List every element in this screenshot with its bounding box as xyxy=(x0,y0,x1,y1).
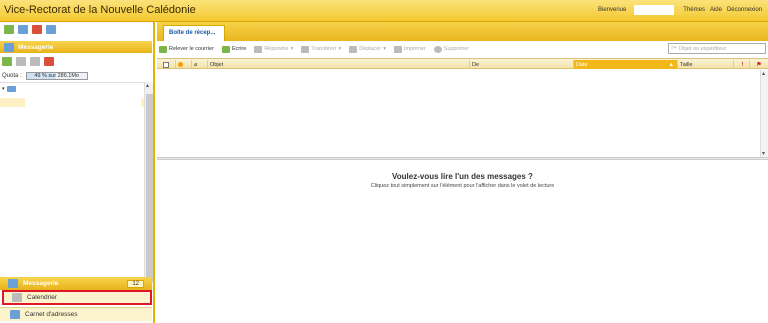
folder-tree-scrollbar[interactable]: ▴ ▾ xyxy=(144,82,153,290)
compose-icon xyxy=(221,45,230,53)
app-title: Vice-Rectorat de la Nouvelle Calédonie xyxy=(4,4,196,16)
sort-asc-icon: ▲ xyxy=(668,61,674,68)
nav-messagerie-label: Messagerie xyxy=(23,280,59,287)
move-icon xyxy=(349,45,358,53)
address-book-icon xyxy=(10,310,20,319)
new-folder-icon[interactable] xyxy=(18,25,28,34)
quota-label: Quota : xyxy=(2,73,22,79)
scrollbar-thumb[interactable] xyxy=(146,94,153,282)
delete-label: Supprimer xyxy=(443,46,470,52)
fetch-mail-icon xyxy=(159,45,167,53)
left-panel: Messagerie Quota : 49 % sur 286.1Mo ▾ ▴ … xyxy=(0,22,155,323)
column-taille[interactable]: Taille xyxy=(677,60,733,69)
move-button[interactable]: Déplacer ▾ xyxy=(349,45,386,53)
refresh-folder-icon[interactable] xyxy=(46,25,56,34)
add-folder-icon[interactable] xyxy=(2,57,12,66)
selected-folder-row[interactable] xyxy=(0,98,25,107)
attachment-icon: ⌀ xyxy=(194,61,198,68)
tree-root[interactable]: ▾ xyxy=(2,86,16,92)
flag-column[interactable]: ⚑ xyxy=(749,60,766,69)
print-label: Imprimer xyxy=(403,46,426,52)
flag-icon: ⚑ xyxy=(756,61,762,68)
attachment-column[interactable]: ⌀ xyxy=(191,60,205,69)
themes-link[interactable]: Thèmes xyxy=(683,7,705,13)
folder-tools xyxy=(2,57,54,66)
edit-icon[interactable] xyxy=(30,57,40,66)
new-message-icon[interactable] xyxy=(4,25,14,34)
nav-carnet-label: Carnet d'adresses xyxy=(25,311,78,318)
reading-pane-subtitle: Cliquez tout simplement sur l'élément po… xyxy=(370,183,555,189)
messagerie-section-header: Messagerie xyxy=(0,41,152,53)
priority-icon: ! xyxy=(741,61,744,68)
print-icon xyxy=(393,45,402,53)
settings-icon[interactable] xyxy=(16,57,26,66)
list-scroll-down-icon[interactable]: ▾ xyxy=(762,150,765,157)
column-date-label: Date xyxy=(576,61,588,68)
compose-label: Ecrire xyxy=(231,46,247,52)
welcome-label: Bienvenue xyxy=(598,7,627,13)
folder-tree: ▾ xyxy=(0,82,145,290)
remove-icon[interactable] xyxy=(44,57,54,66)
top-header: Vice-Rectorat de la Nouvelle Calédonie B… xyxy=(0,0,768,22)
nav-carnet-adresses[interactable]: Carnet d'adresses xyxy=(0,307,152,321)
delete-icon xyxy=(433,45,442,53)
quota-bar: 49 % sur 286.1Mo xyxy=(25,72,88,80)
search-placeholder: Objet ou expéditeur xyxy=(678,45,727,52)
unread-dot-icon xyxy=(178,62,183,67)
select-all-column[interactable] xyxy=(161,60,173,69)
tab-inbox[interactable]: Boîte de récep... xyxy=(163,25,225,41)
forward-button[interactable]: Transférer ▾ xyxy=(301,45,341,53)
delete-button[interactable]: Supprimer xyxy=(433,45,470,53)
fetch-mail-button[interactable]: Relever le courrier xyxy=(159,45,214,53)
message-list-scrollbar[interactable]: ▴ ▾ xyxy=(760,70,768,157)
move-label: Déplacer xyxy=(359,46,382,52)
search-input[interactable]: ⌕▾ Objet ou expéditeur xyxy=(668,43,766,54)
status-column[interactable] xyxy=(175,60,189,69)
expand-icon[interactable]: ▾ xyxy=(2,86,5,92)
reply-label: Répondre xyxy=(264,46,289,52)
message-list-header: ⌀ Objet De Date ▲ Taille ! ⚑ xyxy=(157,58,768,69)
select-all-checkbox[interactable] xyxy=(163,61,169,68)
top-links: Thèmes Aide Déconnexion xyxy=(683,7,762,13)
search-icon[interactable]: ⌕▾ xyxy=(671,45,676,52)
compose-button[interactable]: Ecrire xyxy=(221,45,247,53)
mail-icon xyxy=(4,42,14,52)
list-scroll-up-icon[interactable]: ▴ xyxy=(762,70,765,77)
reply-button[interactable]: Répondre ▾ xyxy=(254,45,293,53)
move-dropdown-icon[interactable]: ▾ xyxy=(383,46,386,52)
forward-dropdown-icon[interactable]: ▾ xyxy=(338,46,341,52)
forward-label: Transférer xyxy=(311,46,337,52)
logout-link[interactable]: Déconnexion xyxy=(727,7,762,13)
quota-value: 49 % sur 286.1Mo xyxy=(34,73,79,79)
main-pane: Boîte de récep... Relever le courrier Ec… xyxy=(157,22,768,323)
fetch-mail-label: Relever le courrier xyxy=(169,46,214,52)
column-de[interactable]: De xyxy=(469,60,573,69)
print-button[interactable]: Imprimer xyxy=(393,45,426,53)
message-list xyxy=(157,70,768,157)
left-icon-row xyxy=(0,22,155,38)
unread-count-badge: 12 xyxy=(127,279,144,288)
tab-strip: Boîte de récep... xyxy=(157,22,768,41)
nav-calendrier-label: Calendrier xyxy=(27,294,57,301)
column-date[interactable]: Date ▲ xyxy=(573,60,677,69)
section-title: Messagerie xyxy=(18,43,54,51)
delete-folder-icon[interactable] xyxy=(32,25,42,34)
reading-pane-title: Voulez-vous lire l'un des messages ? xyxy=(392,172,533,181)
username-box xyxy=(634,5,674,15)
quota: Quota : 49 % sur 286.1Mo xyxy=(2,72,88,80)
reading-pane: Voulez-vous lire l'un des messages ? Cli… xyxy=(157,160,768,323)
forward-icon xyxy=(301,45,310,53)
nav-messagerie[interactable]: Messagerie 12 xyxy=(0,277,152,290)
reply-dropdown-icon[interactable]: ▾ xyxy=(290,46,293,52)
scroll-up-icon[interactable]: ▴ xyxy=(146,82,149,89)
calendar-icon xyxy=(12,293,22,302)
nav-calendrier[interactable]: Calendrier xyxy=(2,290,152,305)
messagerie-icon xyxy=(8,279,18,288)
help-link[interactable]: Aide xyxy=(710,7,722,13)
mailbox-icon xyxy=(6,86,16,92)
column-objet[interactable]: Objet xyxy=(207,60,469,69)
reply-icon xyxy=(254,45,263,53)
priority-column[interactable]: ! xyxy=(733,60,749,69)
